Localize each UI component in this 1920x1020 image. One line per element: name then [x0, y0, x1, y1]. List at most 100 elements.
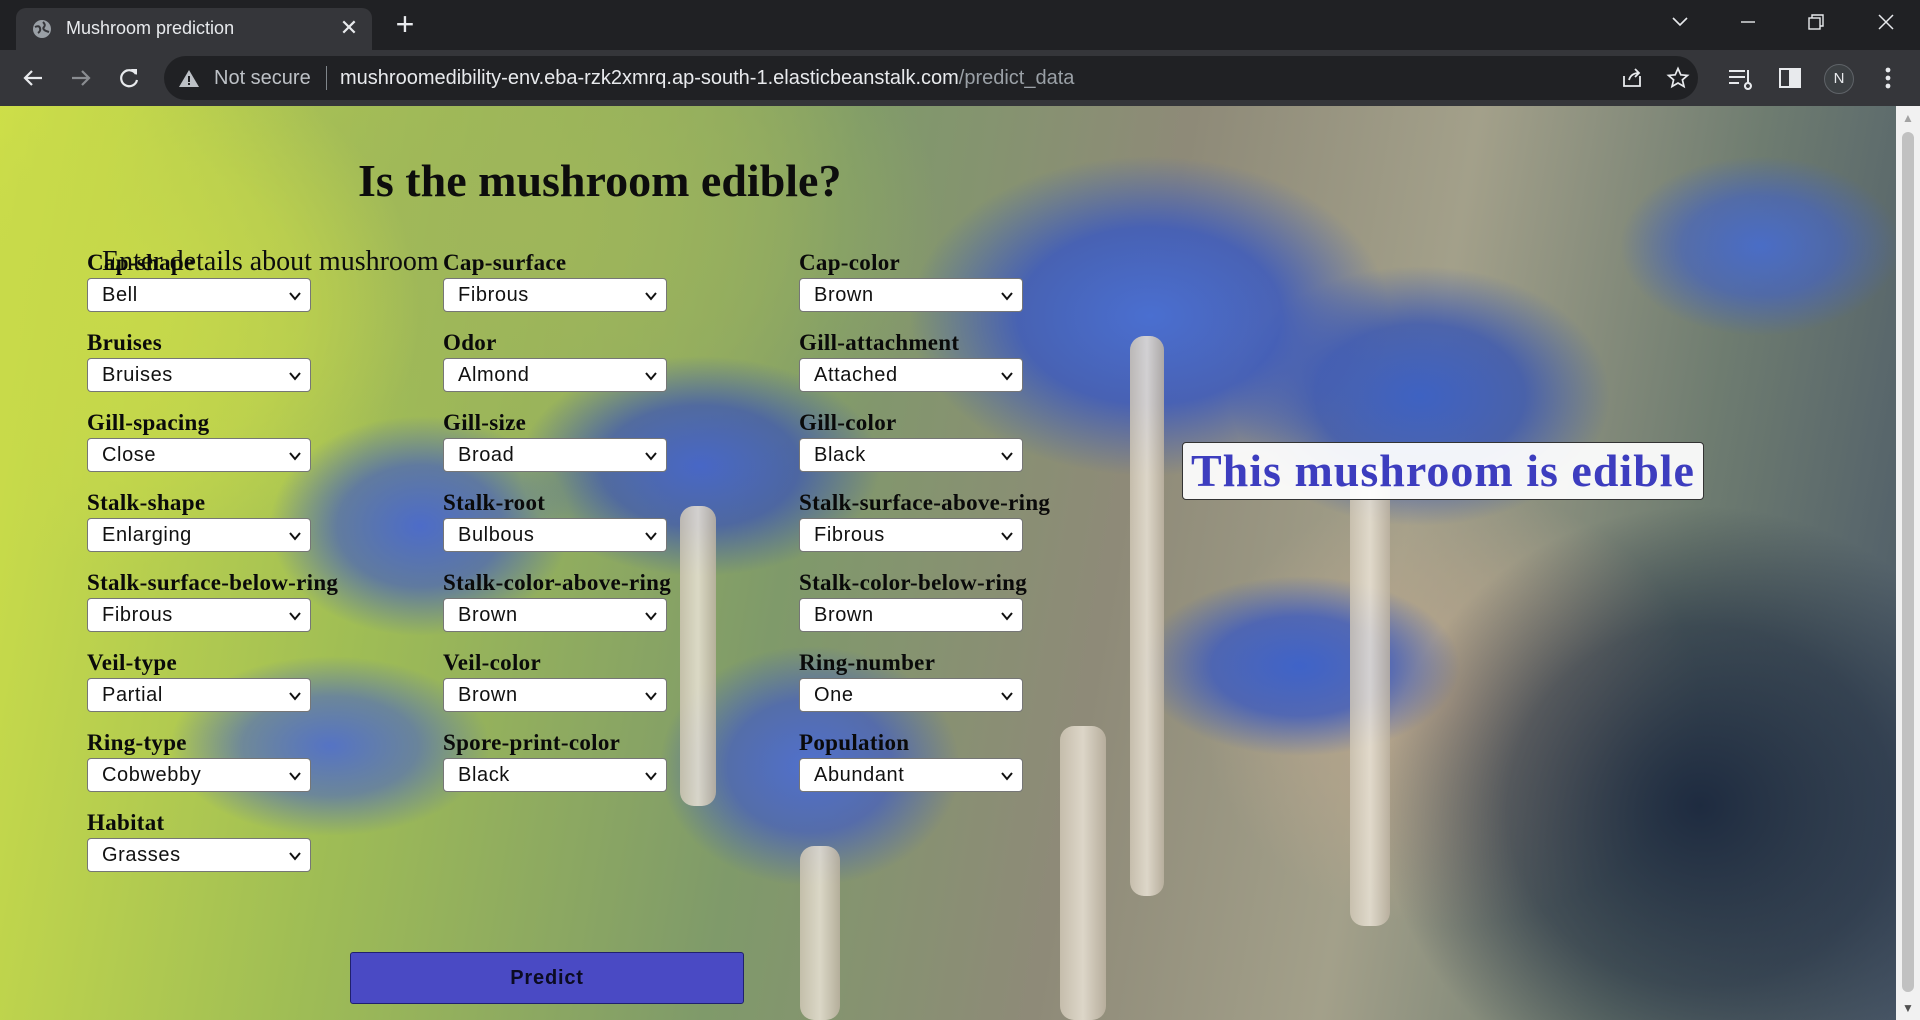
gill-size-select[interactable]: Broad: [443, 438, 667, 472]
field-cap-color: Cap-color Brown: [799, 250, 1099, 320]
field-ring-type: Ring-type Cobwebby: [87, 730, 387, 800]
browser-tab[interactable]: Mushroom prediction ✕: [16, 8, 372, 50]
select-value: Brown: [458, 684, 518, 706]
ring-number-select[interactable]: One: [799, 678, 1023, 712]
back-arrow-icon[interactable]: [18, 63, 48, 93]
scroll-up-arrow-icon[interactable]: ▲: [1896, 106, 1920, 130]
mushroom-stem: [1350, 466, 1390, 926]
field-label: Gill-attachment: [799, 330, 960, 355]
stalk-color-above-ring-select[interactable]: Brown: [443, 598, 667, 632]
page-scrollbar[interactable]: ▲ ▼: [1896, 106, 1920, 1020]
security-status[interactable]: Not secure: [214, 67, 311, 90]
select-value: Fibrous: [458, 284, 529, 306]
browser-tab-strip: Mushroom prediction ✕ +: [0, 0, 1920, 50]
minimize-icon[interactable]: [1728, 8, 1768, 38]
scroll-down-arrow-icon[interactable]: ▼: [1896, 996, 1920, 1020]
chevron-down-icon: [645, 532, 657, 541]
chevron-down-icon[interactable]: [1660, 8, 1700, 38]
field-label: Population: [799, 730, 910, 755]
url-text[interactable]: mushroomedibility-env.eba-rzk2xmrq.ap-so…: [340, 67, 1074, 90]
field-label: Bruises: [87, 330, 162, 355]
stalk-color-below-ring-select[interactable]: Brown: [799, 598, 1023, 632]
field-label: Gill-size: [443, 410, 527, 435]
url-host: mushroomedibility-env.eba-rzk2xmrq.ap-so…: [340, 67, 959, 89]
stalk-surface-below-ring-select[interactable]: Fibrous: [87, 598, 311, 632]
population-select[interactable]: Abundant: [799, 758, 1023, 792]
select-value: Black: [458, 764, 510, 786]
field-label: Stalk-color-above-ring: [443, 570, 672, 595]
odor-select[interactable]: Almond: [443, 358, 667, 392]
chevron-down-icon: [289, 772, 301, 781]
veil-type-select[interactable]: Partial: [87, 678, 311, 712]
chevron-down-icon: [645, 772, 657, 781]
select-value: Fibrous: [814, 524, 885, 546]
reload-icon[interactable]: [114, 63, 144, 93]
chevron-down-icon: [289, 452, 301, 461]
cap-color-select[interactable]: Brown: [799, 278, 1023, 312]
globe-icon: [33, 20, 51, 38]
field-stalk-root: Stalk-root Bulbous: [443, 490, 743, 560]
chevron-down-icon: [1001, 452, 1013, 461]
gill-color-select[interactable]: Black: [799, 438, 1023, 472]
scrollbar-thumb[interactable]: [1902, 132, 1914, 992]
select-value: Fibrous: [102, 604, 173, 626]
chevron-down-icon: [1001, 612, 1013, 621]
star-icon[interactable]: [1666, 66, 1690, 90]
close-icon[interactable]: ✕: [336, 15, 362, 41]
field-gill-color: Gill-color Black: [799, 410, 1099, 480]
share-icon[interactable]: [1620, 66, 1644, 90]
habitat-select[interactable]: Grasses: [87, 838, 311, 872]
plus-icon[interactable]: +: [390, 8, 420, 40]
field-label: Stalk-color-below-ring: [799, 570, 1028, 595]
bruises-select[interactable]: Bruises: [87, 358, 311, 392]
profile-avatar[interactable]: N: [1824, 64, 1854, 94]
field-label: Cap-shape: [87, 250, 195, 275]
select-value: Enlarging: [102, 524, 192, 546]
field-gill-size: Gill-size Broad: [443, 410, 743, 480]
select-value: Cobwebby: [102, 764, 202, 786]
select-value: Grasses: [102, 844, 181, 866]
select-value: Brown: [814, 604, 874, 626]
field-label: Ring-type: [87, 730, 187, 755]
select-value: Abundant: [814, 764, 905, 786]
address-bar[interactable]: Not secure mushroomedibility-env.eba-rzk…: [164, 56, 1698, 100]
field-label: Stalk-surface-above-ring: [799, 490, 1051, 515]
field-ring-number: Ring-number One: [799, 650, 1099, 720]
field-stalk-surface-below-ring: Stalk-surface-below-ring Fibrous: [87, 570, 387, 640]
stalk-root-select[interactable]: Bulbous: [443, 518, 667, 552]
field-label: Veil-type: [87, 650, 178, 675]
restore-icon[interactable]: [1796, 8, 1836, 38]
veil-color-select[interactable]: Brown: [443, 678, 667, 712]
spore-print-color-select[interactable]: Black: [443, 758, 667, 792]
predict-button[interactable]: Predict: [350, 952, 744, 1004]
select-value: Attached: [814, 364, 898, 386]
select-value: Bell: [102, 284, 138, 306]
field-veil-type: Veil-type Partial: [87, 650, 387, 720]
cap-surface-select[interactable]: Fibrous: [443, 278, 667, 312]
side-panel-icon[interactable]: [1776, 64, 1804, 92]
field-label: Gill-spacing: [87, 410, 210, 435]
warning-icon[interactable]: [178, 68, 200, 88]
forward-arrow-icon[interactable]: [66, 63, 96, 93]
select-value: Black: [814, 444, 866, 466]
gill-spacing-select[interactable]: Close: [87, 438, 311, 472]
reading-list-icon[interactable]: [1726, 64, 1754, 92]
select-value: Brown: [814, 284, 874, 306]
stalk-surface-above-ring-select[interactable]: Fibrous: [799, 518, 1023, 552]
chevron-down-icon: [645, 292, 657, 301]
address-divider: [326, 66, 327, 90]
stalk-shape-select[interactable]: Enlarging: [87, 518, 311, 552]
gill-attachment-select[interactable]: Attached: [799, 358, 1023, 392]
kebab-menu-icon[interactable]: [1874, 64, 1902, 92]
ring-type-select[interactable]: Cobwebby: [87, 758, 311, 792]
field-label: Stalk-root: [443, 490, 546, 515]
tab-title: Mushroom prediction: [66, 18, 235, 38]
mushroom-stem: [1130, 336, 1164, 896]
select-value: Broad: [458, 444, 515, 466]
field-label: Cap-color: [799, 250, 901, 275]
field-label: Stalk-surface-below-ring: [87, 570, 339, 595]
url-path: /predict_data: [958, 67, 1075, 89]
cap-shape-select[interactable]: Bell: [87, 278, 311, 312]
chevron-down-icon: [1001, 292, 1013, 301]
close-window-icon[interactable]: [1866, 8, 1906, 38]
